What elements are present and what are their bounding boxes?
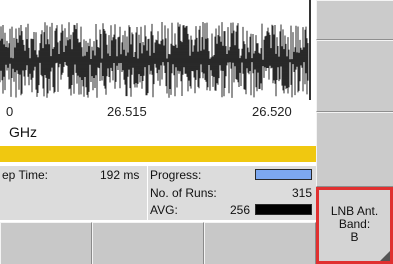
- spectrum-plot: [0, 0, 316, 100]
- sweep-time-value: 192 ms: [100, 168, 140, 182]
- status-bar: [0, 146, 316, 162]
- avg-indicator: [255, 204, 312, 215]
- x-tick-1: 26.515: [107, 104, 147, 119]
- softkey-bottom-2[interactable]: [92, 222, 204, 264]
- softkey-bottom-3[interactable]: [204, 222, 316, 264]
- progress-label: Progress:: [150, 168, 202, 182]
- x-tick-2: 26.520: [252, 104, 292, 119]
- runs-value: 315: [292, 186, 313, 200]
- avg-label: AVG:: [150, 203, 178, 217]
- x-tick-0: 0: [6, 104, 14, 119]
- runs-label: No. of Runs:: [150, 186, 217, 200]
- softkey-corner-icon: [380, 251, 390, 261]
- softkey-side-3[interactable]: [316, 112, 393, 187]
- avg-value: 256: [230, 203, 251, 217]
- softkey-bottom-1[interactable]: [0, 222, 92, 264]
- softkey-side-2[interactable]: [316, 40, 393, 112]
- softkey-side-1[interactable]: [316, 0, 393, 40]
- lnb-line-3: B: [350, 230, 359, 244]
- progress-bar: [255, 169, 312, 180]
- noise-trace: [0, 0, 311, 100]
- lnb-band-softkey[interactable]: LNB Ant. Band: B: [316, 187, 393, 264]
- frequency-unit-label: GHz: [9, 124, 37, 140]
- sweep-time-label: ep Time:: [2, 168, 49, 182]
